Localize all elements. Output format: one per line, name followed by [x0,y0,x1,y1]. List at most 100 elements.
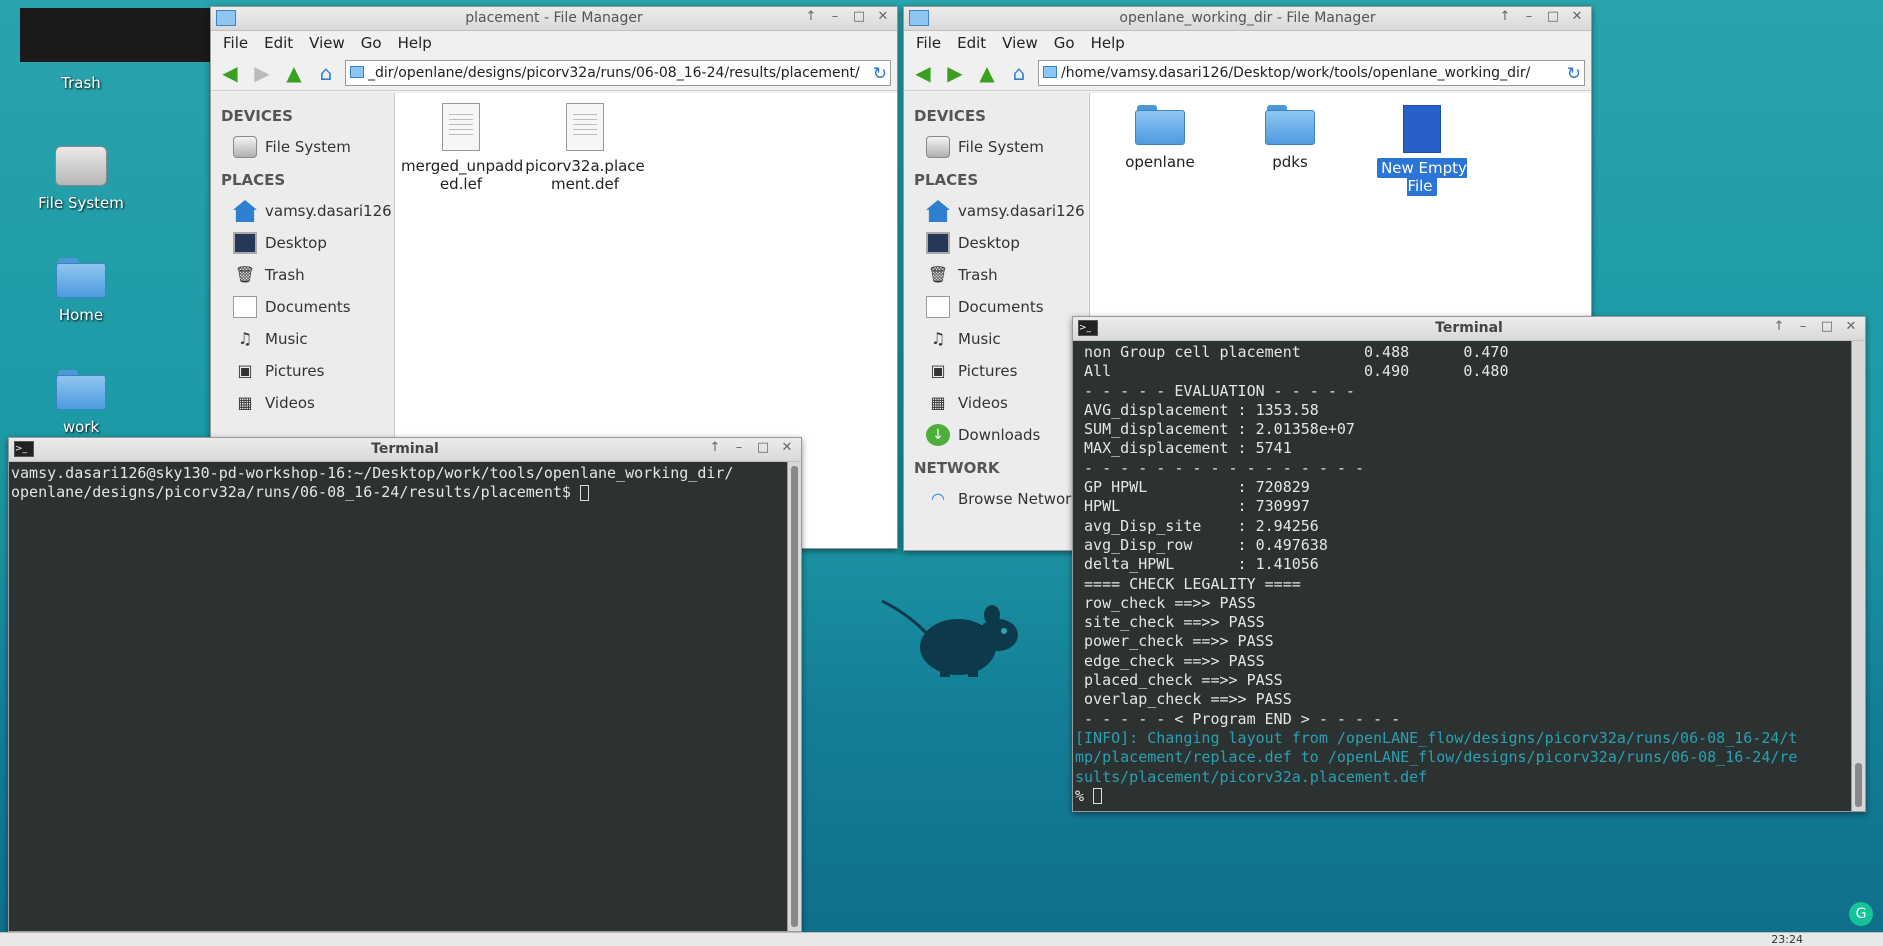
desktop-icon-label: Trash [61,74,101,92]
sidebar-item-home[interactable]: vamsy.dasari126 [904,195,1089,227]
folder-name: pdks [1272,153,1308,171]
sidebar-item-documents[interactable]: Documents [211,291,394,323]
trash-icon [54,40,108,70]
sidebar-item-pictures[interactable]: ▣ Pictures [211,355,394,387]
back-arrow-icon[interactable]: ◀ [910,60,936,86]
desktop-icon [926,232,950,254]
sidebar-item-documents[interactable]: Documents [904,291,1089,323]
sidebar-item-videos[interactable]: ▦ Videos [904,387,1089,419]
home-icon[interactable]: ⌂ [313,60,339,86]
menu-view[interactable]: View [996,34,1044,52]
file-icon [566,103,604,151]
sidebar-item-label: File System [958,138,1044,156]
home-icon [233,200,257,222]
menu-view[interactable]: View [303,34,351,52]
sidebar-item-file-system[interactable]: File System [211,131,394,163]
desktop-icon-home[interactable]: Home [21,258,141,324]
sidebar-item-videos[interactable]: ▦ Videos [211,387,394,419]
terminal-line: All 0.490 0.480 [1075,362,1509,381]
drive-icon [926,136,950,158]
close-icon[interactable]: ✕ [779,440,795,455]
menu-edit[interactable]: Edit [258,34,299,52]
terminal-line: delta_HPWL : 1.41056 [1075,555,1319,574]
menu-file[interactable]: File [910,34,947,52]
folder-icon [54,370,108,414]
scrollbar-thumb[interactable] [1855,763,1862,807]
menu-file[interactable]: File [217,34,254,52]
menu-help[interactable]: Help [1085,34,1131,52]
reload-icon[interactable]: ↻ [873,62,887,85]
terminal-line: vamsy.dasari126@sky130-pd-workshop-16:~/… [11,464,734,482]
sidebar-item-home[interactable]: vamsy.dasari126 [211,195,394,227]
sidebar-item-trash[interactable]: 🗑 Trash [904,259,1089,291]
sidebar-header-places: PLACES [914,171,979,189]
folder-item[interactable]: openlane [1100,105,1220,171]
terminal-output[interactable]: vamsy.dasari126@sky130-pd-workshop-16:~/… [9,462,787,931]
grammarly-icon[interactable]: G [1849,902,1873,926]
maximize-icon[interactable]: □ [851,9,867,24]
up-arrow-icon[interactable]: ▲ [974,60,1000,86]
sidebar-item-desktop[interactable]: Desktop [904,227,1089,259]
sidebar-item-label: File System [265,138,351,156]
address-bar[interactable]: /home/vamsy.dasari126/Desktop/work/tools… [1038,59,1585,86]
folder-item[interactable]: pdks [1230,105,1350,171]
desktop-icon-work[interactable]: work [21,370,141,436]
shade-icon[interactable]: ↑ [1771,319,1787,334]
sidebar-item-trash[interactable]: 🗑 Trash [211,259,394,291]
sidebar-item-downloads[interactable]: ↓ Downloads [904,419,1089,451]
sidebar-item-desktop[interactable]: Desktop [211,227,394,259]
sidebar-item-pictures[interactable]: ▣ Pictures [904,355,1089,387]
desktop-icon-file-system[interactable]: File System [21,146,141,212]
scrollbar-thumb[interactable] [791,466,798,927]
terminal-output[interactable]: non Group cell placement 0.488 0.470 All… [1073,341,1851,811]
window-title: placement - File Manager [465,10,643,26]
close-icon[interactable]: ✕ [875,9,891,24]
sidebar-item-file-system[interactable]: File System [904,131,1089,163]
folder-link-icon [1265,105,1315,145]
titlebar[interactable]: >_ Terminal ↑ – □ ✕ [1073,317,1865,341]
sidebar-item-label: Documents [958,298,1044,316]
menu-go[interactable]: Go [355,34,388,52]
shade-icon[interactable]: ↑ [803,9,819,24]
file-item[interactable]: picorv32a.place ment.def [525,103,645,193]
menu-edit[interactable]: Edit [951,34,992,52]
scrollbar[interactable] [1851,341,1865,811]
scrollbar[interactable] [787,462,801,931]
shade-icon[interactable]: ↑ [1497,9,1513,24]
minimize-icon[interactable]: – [1521,9,1537,24]
file-item-selected[interactable]: New Empty File [1362,105,1482,196]
menu-help[interactable]: Help [392,34,438,52]
menubar: File Edit View Go Help [211,31,897,55]
minimize-icon[interactable]: – [731,440,747,455]
wifi-icon: ◠ [931,489,945,508]
forward-arrow-icon[interactable]: ▶ [942,60,968,86]
close-icon[interactable]: ✕ [1569,9,1585,24]
back-arrow-icon[interactable]: ◀ [217,60,243,86]
sidebar-item-music[interactable]: ♫ Music [904,323,1089,355]
up-arrow-icon[interactable]: ▲ [281,60,307,86]
file-item[interactable]: merged_unpadd ed.lef [401,103,523,193]
forward-arrow-icon[interactable]: ▶ [249,60,275,86]
terminal-line: SUM_displacement : 2.01358e+07 [1075,420,1355,439]
home-folder-icon [54,258,108,302]
maximize-icon[interactable]: □ [755,440,771,455]
titlebar[interactable]: openlane_working_dir - File Manager ↑ – … [904,7,1591,31]
sidebar-item-browse-network[interactable]: ◠ Browse Network [904,483,1089,515]
minimize-icon[interactable]: – [1795,319,1811,334]
sidebar-item-music[interactable]: ♫ Music [211,323,394,355]
shade-icon[interactable]: ↑ [707,440,723,455]
minimize-icon[interactable]: – [827,9,843,24]
terminal-line: power_check ==>> PASS [1075,632,1274,651]
maximize-icon[interactable]: □ [1819,319,1835,334]
titlebar[interactable]: >_ Terminal ↑ – □ ✕ [9,438,801,462]
reload-icon[interactable]: ↻ [1567,62,1581,85]
sidebar-item-label: Browse Network [958,490,1081,508]
document-icon [233,296,257,318]
maximize-icon[interactable]: □ [1545,9,1561,24]
desktop-icon-trash[interactable]: Trash [21,40,141,92]
home-icon[interactable]: ⌂ [1006,60,1032,86]
titlebar[interactable]: placement - File Manager ↑ – □ ✕ [211,7,897,31]
address-bar[interactable]: _dir/openlane/designs/picorv32a/runs/06-… [345,59,891,86]
close-icon[interactable]: ✕ [1843,319,1859,334]
menu-go[interactable]: Go [1048,34,1081,52]
